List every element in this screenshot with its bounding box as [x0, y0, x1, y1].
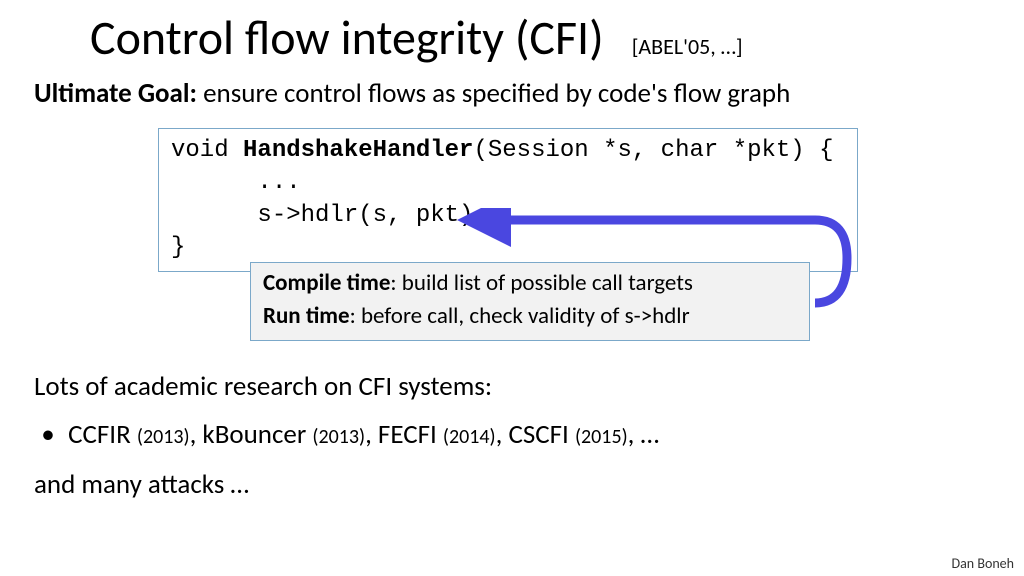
run-time-text: : before call, check validity of s->hdlr [350, 302, 690, 330]
code-function-name: HandshakeHandler [243, 137, 473, 164]
goal-text: ensure control flows as specified by cod… [197, 77, 790, 110]
bullet-icon: • [34, 418, 62, 451]
code-body-2: s->hdlr(s, pkt) [171, 202, 473, 229]
note-box: Compile time: build list of possible cal… [250, 262, 810, 341]
goal-line: Ultimate Goal: ensure control flows as s… [0, 67, 1024, 110]
compile-time-text: : build list of possible call targets [390, 269, 693, 297]
system-c-year: (2014) [443, 425, 496, 449]
compile-time-label: Compile time [263, 269, 390, 297]
author-credit: Dan Boneh [951, 555, 1014, 572]
code-body-1: ... [171, 169, 301, 196]
system-d-year: (2015) [575, 425, 628, 449]
slide-title: Control flow integrity (CFI) [90, 8, 604, 67]
research-intro: Lots of academic research on CFI systems… [34, 370, 492, 403]
attacks-line: and many attacks … [34, 468, 249, 501]
code-params: (Session *s, char *pkt) { [473, 137, 833, 164]
system-b-year: (2013) [312, 425, 365, 449]
system-c: FECFI [378, 418, 443, 451]
systems-trail: , … [628, 418, 659, 451]
run-time-label: Run time [263, 302, 350, 330]
code-close: } [171, 234, 185, 261]
system-a: CCFIR [68, 418, 137, 451]
systems-list: • CCFIR (2013), kBouncer (2013), FECFI (… [34, 418, 659, 451]
system-a-year: (2013) [137, 425, 190, 449]
code-keyword: void [171, 137, 243, 164]
system-b: kBouncer [202, 418, 312, 451]
goal-label: Ultimate Goal: [34, 77, 197, 110]
code-block: void HandshakeHandler(Session *s, char *… [158, 128, 858, 272]
system-d: CSCFI [508, 418, 575, 451]
citation: [ABEL'05, …] [632, 33, 743, 60]
